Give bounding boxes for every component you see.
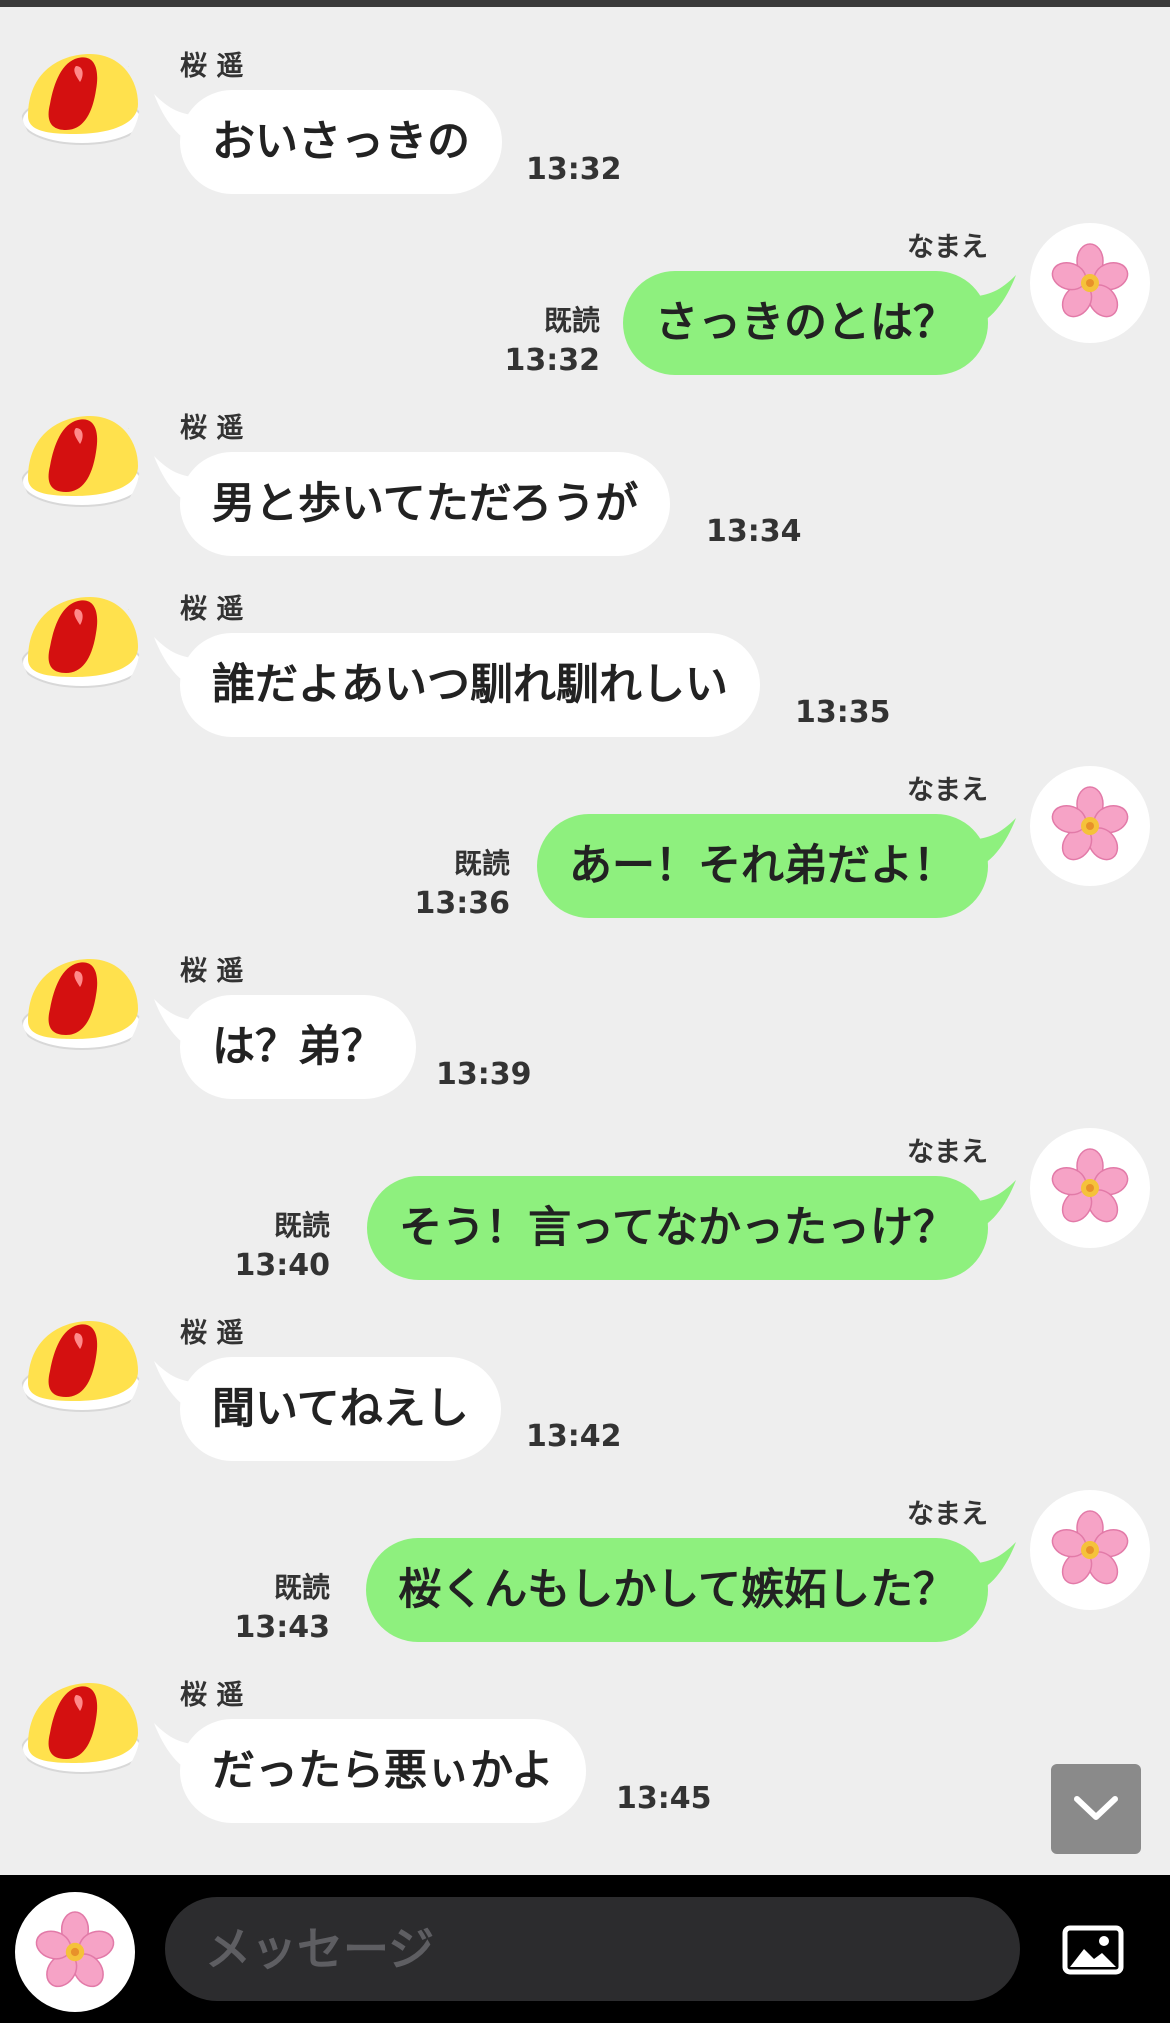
- message-bubble[interactable]: は？弟？: [180, 995, 416, 1099]
- omurice-icon: [21, 1683, 140, 1774]
- message-time: 13:42: [526, 1419, 622, 1454]
- cherry-blossom-icon: [1051, 786, 1129, 861]
- partner-avatar[interactable]: [20, 1671, 140, 1791]
- message-bubble[interactable]: さっきのとは？: [623, 271, 988, 375]
- message-time: 13:45: [616, 1781, 712, 1816]
- partner-avatar[interactable]: [20, 947, 140, 1067]
- omurice-icon: [21, 959, 140, 1050]
- sender-name: なまえ: [907, 1499, 988, 1530]
- message-time: 13:39: [436, 1057, 532, 1092]
- read-receipt: 既読 13:43: [235, 1568, 331, 1648]
- scroll-to-bottom-button[interactable]: [1051, 1764, 1141, 1854]
- sender-name: なまえ: [907, 775, 988, 806]
- my-avatar[interactable]: [1030, 766, 1150, 886]
- message-bubble[interactable]: 聞いてねえし: [180, 1357, 501, 1461]
- message-bubble[interactable]: 誰だよあいつ馴れ馴れしい: [180, 633, 760, 737]
- message-time: 13:43: [234, 1610, 331, 1645]
- omurice-icon: [21, 1321, 140, 1412]
- sender-name: 桜 遥: [180, 1680, 244, 1711]
- sender-name: なまえ: [907, 232, 988, 263]
- read-receipt: 既読 13:40: [235, 1206, 331, 1286]
- message-bubble[interactable]: 桜くんもしかして嫉妬した？: [366, 1538, 988, 1642]
- partner-avatar[interactable]: [20, 585, 140, 705]
- message-bubble[interactable]: だったら悪ぃかよ: [180, 1719, 586, 1823]
- composer-bar: メッセージ: [0, 1875, 1170, 2023]
- cherry-blossom-icon: [35, 1911, 115, 1988]
- omurice-icon: [21, 54, 140, 145]
- message-time: 13:36: [414, 886, 511, 921]
- sender-name: 桜 遥: [180, 594, 244, 625]
- read-receipt: 既読 13:36: [415, 844, 511, 924]
- sender-name: 桜 遥: [180, 956, 244, 987]
- message-input[interactable]: メッセージ: [165, 1897, 1020, 2001]
- my-avatar[interactable]: [1030, 223, 1150, 343]
- partner-avatar[interactable]: [20, 404, 140, 524]
- partner-avatar[interactable]: [20, 1309, 140, 1429]
- message-time: 13:32: [504, 343, 601, 378]
- read-label: 既読: [273, 1209, 330, 1242]
- cherry-blossom-icon: [1051, 243, 1129, 318]
- read-label: 既読: [273, 1571, 330, 1604]
- sender-name: 桜 遥: [180, 413, 244, 444]
- my-avatar[interactable]: [1030, 1128, 1150, 1248]
- message-bubble[interactable]: あー！それ弟だよ！: [537, 814, 988, 918]
- message-bubble[interactable]: そう！言ってなかったっけ？: [367, 1176, 988, 1280]
- read-label: 既読: [453, 847, 510, 880]
- sender-name: 桜 遥: [180, 1318, 244, 1349]
- read-receipt: 既読 13:32: [505, 301, 601, 381]
- cherry-blossom-icon: [1051, 1148, 1129, 1223]
- my-avatar[interactable]: [1030, 1490, 1150, 1610]
- omurice-icon: [21, 597, 140, 688]
- read-label: 既読: [543, 304, 600, 337]
- message-time: 13:35: [795, 695, 891, 730]
- message-time: 13:34: [706, 514, 802, 549]
- message-time: 13:40: [234, 1248, 331, 1283]
- send-image-button[interactable]: [1060, 1917, 1126, 1983]
- partner-avatar[interactable]: [20, 42, 140, 162]
- message-bubble[interactable]: 男と歩いてただろうが: [180, 452, 671, 556]
- cherry-blossom-icon: [1051, 1510, 1129, 1585]
- message-bubble[interactable]: おいさっきの: [180, 90, 502, 194]
- composer-avatar[interactable]: [15, 1892, 135, 2012]
- chat-log[interactable]: 桜 遥 おいさっきの 13:32 なまえ さっきのとは？ 既読 13:32 桜 …: [0, 7, 1170, 1875]
- omurice-icon: [21, 416, 140, 507]
- image-icon: [1062, 1925, 1124, 1975]
- sender-name: なまえ: [907, 1137, 988, 1168]
- chevron-down-icon: [1074, 1796, 1118, 1820]
- sender-name: 桜 遥: [180, 51, 244, 82]
- top-edge: [0, 0, 1170, 7]
- message-time: 13:32: [526, 152, 622, 187]
